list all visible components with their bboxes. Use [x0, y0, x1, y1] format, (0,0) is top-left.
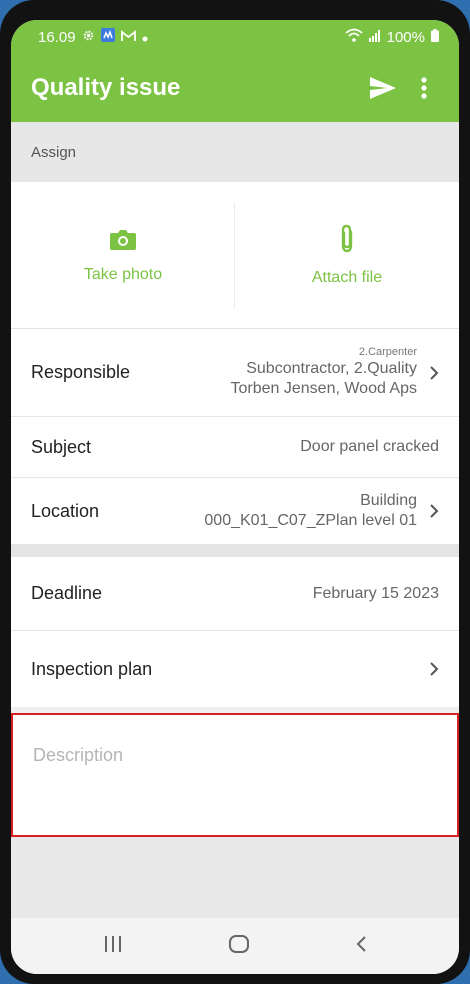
take-photo-label: Take photo — [83, 265, 163, 283]
responsible-person: Torben Jensen, Wood Aps — [230, 380, 418, 397]
location-building: Building — [360, 492, 417, 509]
location-label: Location — [31, 500, 100, 521]
gmail-icon — [120, 29, 136, 46]
battery-level: 100% — [386, 28, 425, 46]
section-gap — [11, 544, 459, 557]
deadline-label: Deadline — [31, 583, 103, 603]
responsible-company: Subcontractor, 2.Quality — [246, 360, 417, 377]
app-notification-icon — [100, 28, 115, 46]
attach-file-label: Attach file — [311, 268, 383, 286]
deadline-row[interactable]: Deadline February 15 2023 — [11, 557, 459, 631]
recent-apps-icon[interactable] — [103, 935, 123, 958]
action-panel: Take photo Attach file — [11, 182, 459, 329]
inspection-plan-label: Inspection plan — [31, 658, 153, 679]
paperclip-icon — [338, 224, 356, 259]
inspection-plan-row[interactable]: Inspection plan — [11, 631, 459, 707]
subject-row[interactable]: Subject Door panel cracked — [11, 417, 459, 478]
back-icon[interactable] — [355, 935, 367, 958]
chevron-right-icon — [429, 365, 439, 381]
wifi-icon — [345, 28, 363, 46]
page-title: Quality issue — [31, 74, 181, 101]
responsible-label: Responsible — [31, 362, 131, 382]
responsible-row[interactable]: Responsible 2.Carpenter Subcontractor, 2… — [11, 329, 459, 417]
action-divider — [234, 202, 235, 308]
location-row[interactable]: Location Building 000_K01_C07_ZPlan leve… — [11, 478, 459, 544]
dot-icon — [142, 29, 148, 46]
settings-icon — [82, 29, 95, 46]
description-field[interactable]: Description — [11, 713, 459, 837]
phone-frame: 16.09 100% Quality issue Assign Take pho… — [0, 0, 470, 984]
app-bar: Quality issue — [11, 54, 459, 122]
screen: 16.09 100% Quality issue Assign Take pho… — [11, 20, 459, 974]
status-time: 16.09 — [38, 28, 76, 46]
take-photo-button[interactable]: Take photo — [11, 182, 235, 328]
responsible-value: 2.Carpenter Subcontractor, 2.Quality Tor… — [231, 346, 418, 399]
signal-icon — [368, 29, 381, 46]
empty-area — [11, 837, 459, 919]
location-value: Building 000_K01_C07_ZPlan level 01 — [204, 491, 417, 531]
deadline-value: February 15 2023 — [312, 584, 439, 602]
assign-label: Assign — [31, 143, 77, 161]
home-icon[interactable] — [228, 934, 250, 959]
description-placeholder: Description — [33, 745, 124, 765]
location-plan: 000_K01_C07_ZPlan level 01 — [204, 512, 417, 529]
subject-value: Door panel cracked — [300, 438, 439, 455]
battery-icon — [431, 28, 439, 46]
subject-label: Subject — [31, 436, 92, 457]
camera-icon — [109, 227, 137, 256]
send-icon[interactable] — [363, 68, 403, 108]
chevron-right-icon — [429, 661, 439, 677]
assign-row[interactable]: Assign — [11, 122, 459, 182]
chevron-right-icon — [429, 503, 439, 519]
system-nav-bar — [11, 918, 459, 974]
more-vertical-icon[interactable] — [409, 68, 439, 108]
responsible-trade: 2.Carpenter — [358, 346, 417, 358]
status-bar: 16.09 100% — [11, 20, 459, 54]
attach-file-button[interactable]: Attach file — [235, 182, 459, 328]
